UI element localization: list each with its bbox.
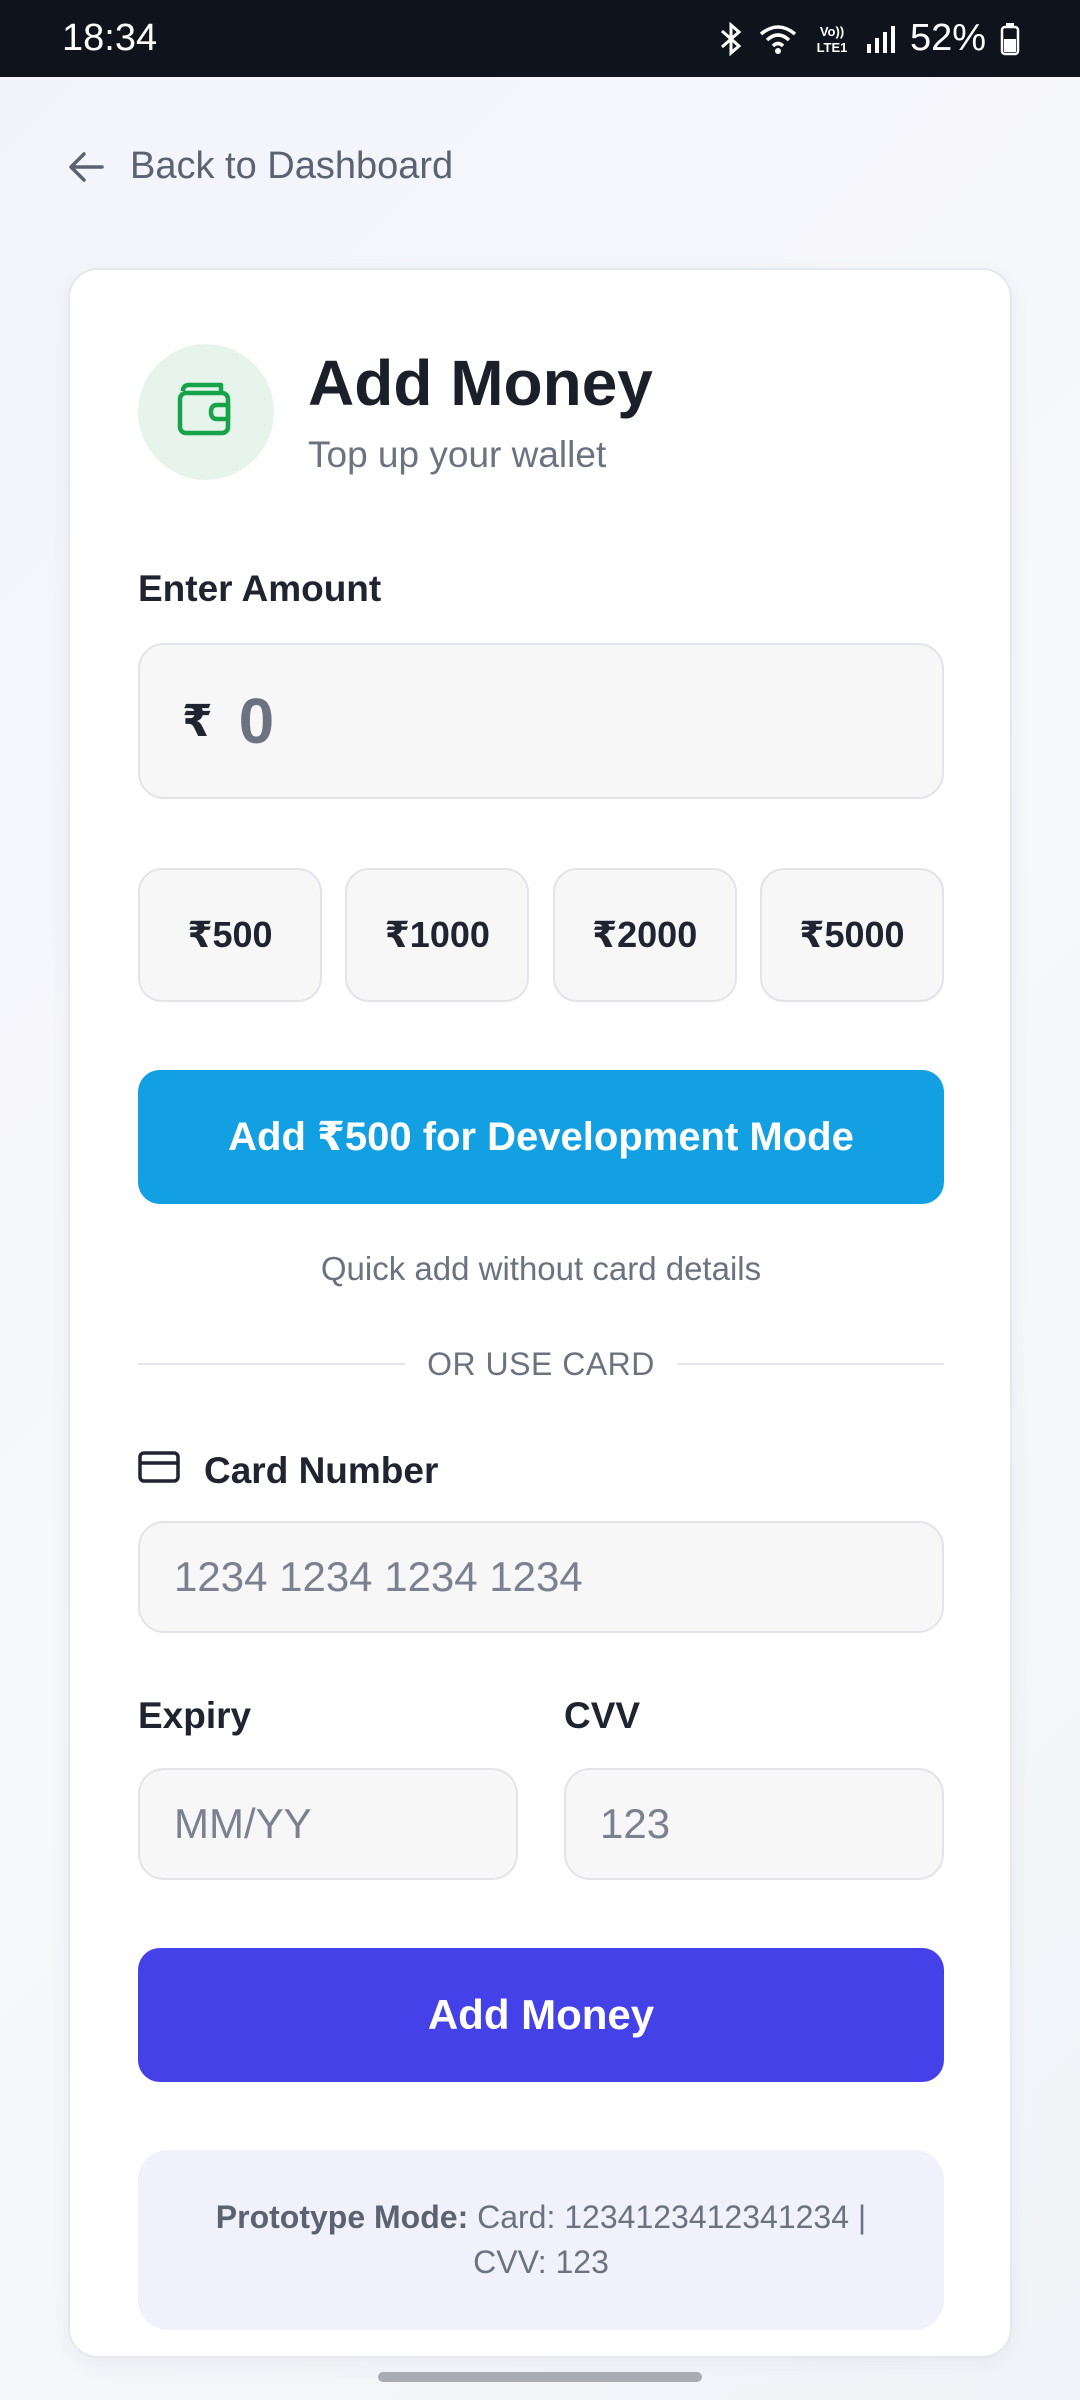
amount-input[interactable]: ₹ 0 — [138, 643, 944, 799]
divider-line-left — [138, 1363, 406, 1365]
credit-card-icon — [138, 1450, 180, 1492]
cvv-label: CVV — [564, 1695, 641, 1736]
status-time: 18:34 — [62, 17, 158, 59]
page-title: Add Money — [308, 347, 653, 419]
preset-5000-button[interactable]: ₹5000 — [759, 868, 944, 1002]
preset-2000-button[interactable]: ₹2000 — [552, 868, 737, 1002]
cvv-input[interactable]: 123 — [564, 1768, 944, 1880]
status-bar: 18:34 Vo)) LTE1 52% — [0, 0, 1080, 77]
dev-mode-add-button[interactable]: Add ₹500 for Development Mode — [138, 1070, 944, 1204]
preset-500-button[interactable]: ₹500 — [138, 868, 322, 1002]
currency-symbol: ₹ — [182, 696, 213, 746]
or-use-card-divider: OR USE CARD — [138, 1342, 944, 1386]
prototype-mode-note: Prototype Mode: Card: 1234123412341234 |… — [138, 2150, 944, 2330]
wifi-icon — [758, 22, 798, 56]
card-number-label: Card Number — [204, 1450, 439, 1491]
page-subtitle: Top up your wallet — [308, 434, 607, 475]
amount-value: 0 — [238, 685, 275, 757]
prototype-note-prefix: Prototype Mode: — [215, 2199, 469, 2236]
back-label: Back to Dashboard — [130, 145, 454, 187]
home-indicator[interactable] — [378, 2372, 702, 2382]
wallet-badge — [138, 344, 274, 480]
add-money-card: Add Money Top up your wallet Enter Amoun… — [68, 268, 1012, 2358]
preset-1000-button[interactable]: ₹1000 — [345, 868, 530, 1002]
dev-mode-hint: Quick add without card details — [320, 1250, 762, 1287]
card-number-input[interactable]: 1234 1234 1234 1234 — [138, 1521, 944, 1633]
battery-icon — [1000, 22, 1020, 56]
back-to-dashboard-link[interactable]: Back to Dashboard — [68, 145, 453, 188]
wallet-icon — [175, 381, 237, 444]
bluetooth-icon — [718, 21, 744, 56]
svg-text:LTE1: LTE1 — [817, 40, 848, 55]
card-number-label-row: Card Number — [138, 1450, 438, 1492]
lte-icon: Vo)) LTE1 — [812, 22, 852, 56]
battery-percent: 52% — [909, 17, 986, 59]
status-icons: Vo)) LTE1 52% — [718, 17, 1020, 60]
expiry-label: Expiry — [138, 1695, 252, 1736]
divider-line-right — [676, 1363, 944, 1365]
prototype-note-details: Card: 1234123412341234 | CVV: 123 — [468, 2199, 867, 2280]
amount-label: Enter Amount — [138, 568, 382, 609]
expiry-input[interactable]: MM/YY — [138, 1768, 518, 1880]
prototype-note-text: Prototype Mode: Card: 1234123412341234 |… — [198, 2195, 884, 2285]
arrow-left-icon — [68, 151, 104, 183]
signal-icon — [866, 24, 896, 54]
svg-text:Vo)): Vo)) — [820, 24, 844, 39]
divider-text: OR USE CARD — [427, 1345, 655, 1382]
preset-amounts: ₹500 ₹1000 ₹2000 ₹5000 — [138, 868, 944, 1002]
add-money-button[interactable]: Add Money — [138, 1948, 944, 2082]
